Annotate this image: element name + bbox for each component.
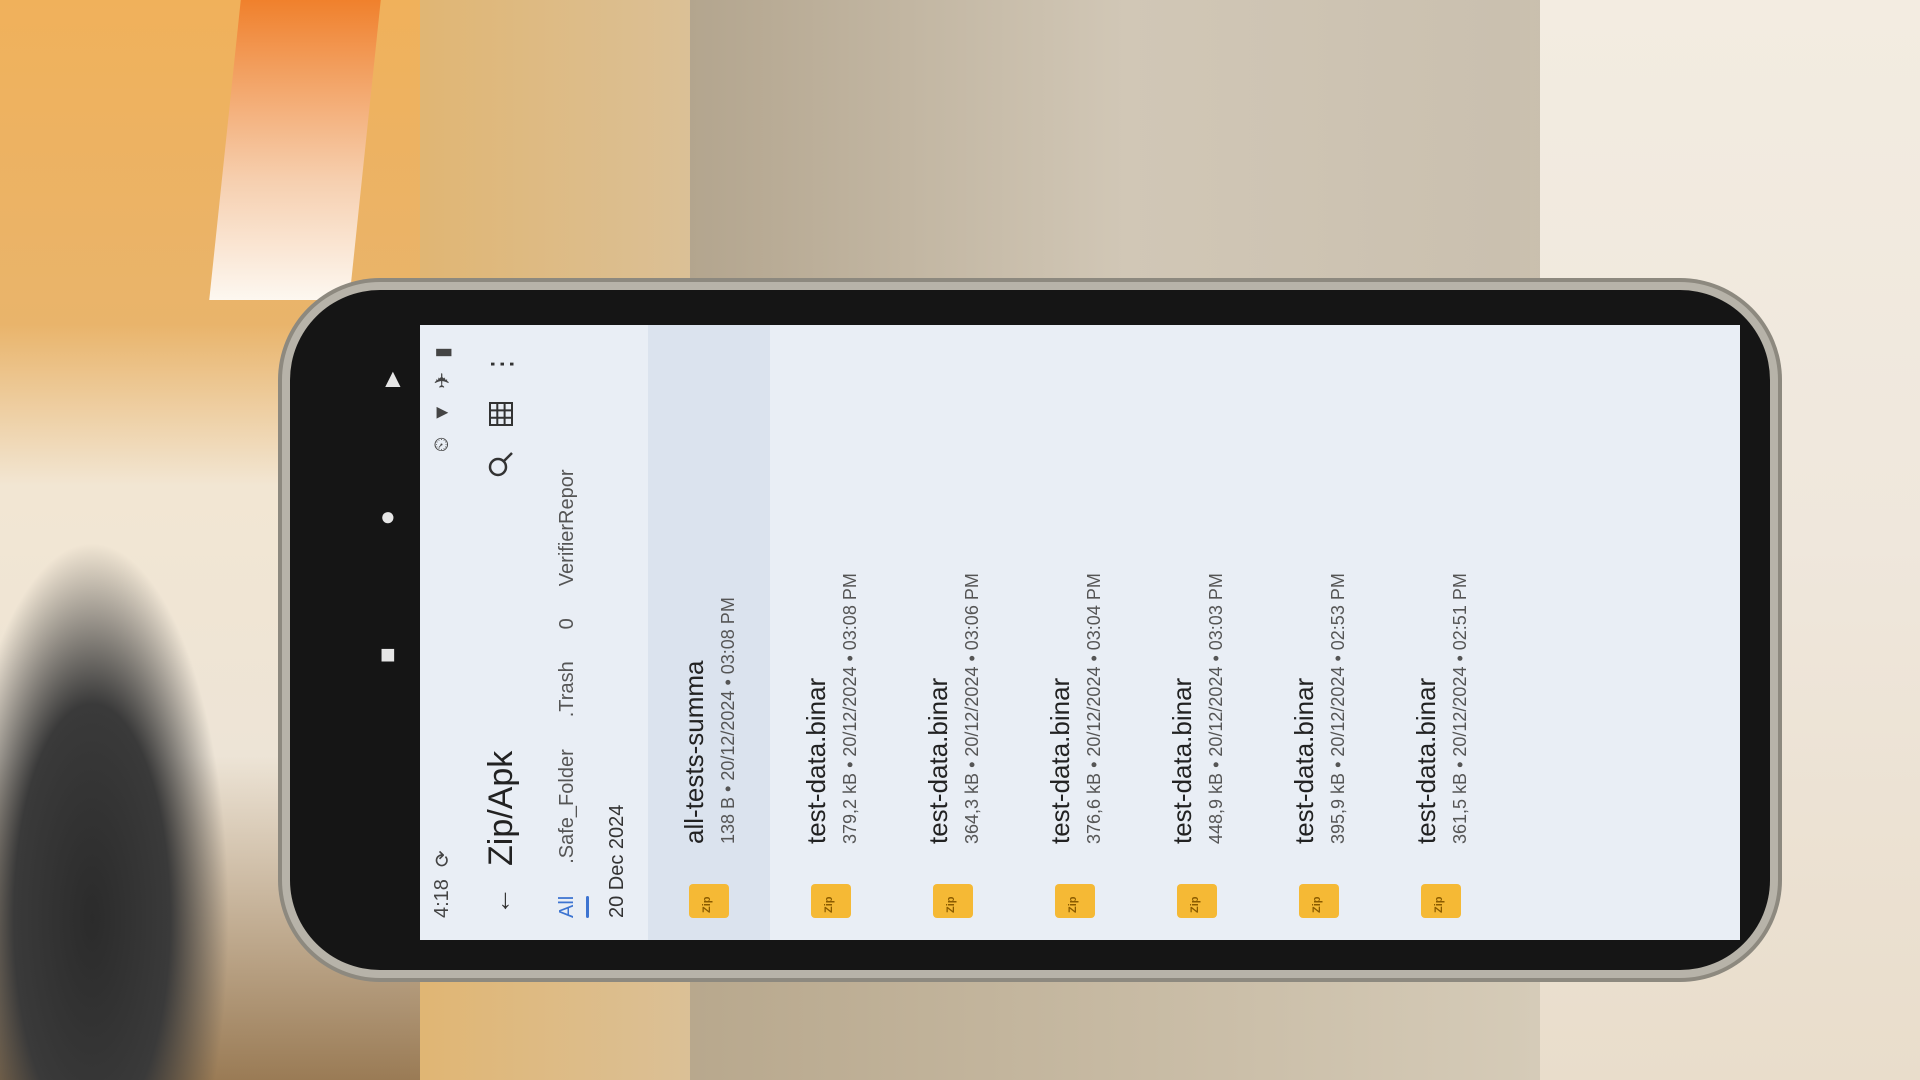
zip-file-icon [1421, 884, 1461, 918]
home-circle-icon[interactable]: ● [380, 503, 396, 529]
file-date: 20/12/2024 [1084, 666, 1104, 757]
status-bar: 4:18 ⟳ ⏲ ▼ ✈ ▮ [420, 325, 464, 940]
file-size: 448,9 kB [1206, 772, 1226, 844]
file-date: 20/12/2024 [1328, 666, 1348, 757]
file-name: test-data.binar [1289, 677, 1319, 844]
airplane-icon: ✈ [431, 372, 454, 389]
battery-icon: ▮ [431, 347, 454, 359]
file-name: test-data.binar [1045, 677, 1075, 844]
file-date: 20/12/2024 [962, 666, 982, 757]
file-date: 20/12/2024 [840, 666, 860, 757]
sync-icon: ⟳ [431, 850, 454, 868]
file-name: test-data.binar [1167, 677, 1197, 844]
file-size: 376,6 kB [1084, 772, 1104, 844]
tab-trash[interactable]: .Trash [556, 661, 579, 717]
arrow-left-icon[interactable]: ← [476, 876, 526, 926]
file-size: 395,9 kB [1328, 772, 1348, 844]
file-list: all-tests-summa 138 B • 20/12/2024 • 03:… [648, 325, 1502, 940]
background-shelf [690, 0, 1560, 306]
file-size: 364,3 kB [962, 772, 982, 844]
file-time: 03:08 PM [840, 573, 860, 651]
zip-file-icon [1299, 884, 1339, 918]
file-name: all-tests-summa [679, 660, 709, 844]
file-size: 379,2 kB [840, 772, 860, 844]
grid-view-icon[interactable] [476, 389, 526, 439]
file-time: 02:51 PM [1450, 573, 1470, 651]
zip-file-icon [933, 884, 973, 918]
list-item[interactable]: test-data.binar 376,6 kB • 20/12/2024 • … [1014, 325, 1136, 940]
zip-file-icon [1055, 884, 1095, 918]
file-time: 03:06 PM [962, 573, 982, 651]
file-date: 20/12/2024 [1450, 666, 1470, 757]
list-item[interactable]: test-data.binar 364,3 kB • 20/12/2024 • … [892, 325, 1014, 940]
wifi-icon: ▼ [430, 402, 453, 423]
app-screen: 4:18 ⟳ ⏲ ▼ ✈ ▮ ← Zip/Apk ⋮ All .Safe_Fol… [420, 325, 1740, 940]
search-icon[interactable] [476, 439, 526, 489]
list-item[interactable]: test-data.binar 379,2 kB • 20/12/2024 • … [770, 325, 892, 940]
page-title: Zip/Apk [481, 750, 520, 866]
more-vertical-icon[interactable]: ⋮ [476, 339, 526, 389]
date-group-header: 20 Dec 2024 [606, 804, 628, 918]
file-name: test-data.binar [801, 677, 831, 844]
list-item[interactable]: test-data.binar 361,5 kB • 20/12/2024 • … [1380, 325, 1502, 940]
list-item[interactable]: all-tests-summa 138 B • 20/12/2024 • 03:… [648, 325, 770, 940]
tab-verifier-report[interactable]: VerifierRepor [556, 469, 579, 586]
tab-all[interactable]: All [556, 896, 579, 918]
file-date: 20/12/2024 [718, 690, 738, 781]
background-shelf-bottom [690, 960, 1560, 1080]
background-cable [0, 540, 230, 1080]
alarm-icon: ⏲ [430, 436, 453, 453]
zip-file-icon [811, 884, 851, 918]
tab-0[interactable]: 0 [556, 618, 579, 629]
file-size: 361,5 kB [1450, 772, 1470, 844]
list-item[interactable]: test-data.binar 448,9 kB • 20/12/2024 • … [1136, 325, 1258, 940]
file-time: 03:08 PM [718, 597, 738, 675]
file-manager-app: 4:18 ⟳ ⏲ ▼ ✈ ▮ ← Zip/Apk ⋮ All .Safe_Fol… [420, 325, 1740, 940]
file-size: 138 B [718, 796, 738, 844]
zip-file-icon [689, 884, 729, 918]
status-time: 4:18 [430, 879, 453, 918]
file-name: test-data.binar [1411, 677, 1441, 844]
toolbar: ← Zip/Apk ⋮ [464, 325, 538, 940]
file-time: 03:03 PM [1206, 573, 1226, 651]
folder-tabs: All .Safe_Folder .Trash 0 VerifierRepor [538, 325, 596, 940]
recents-square-icon[interactable]: ■ [380, 641, 396, 667]
tab-safe-folder[interactable]: .Safe_Folder [556, 749, 579, 864]
file-time: 02:53 PM [1328, 573, 1348, 651]
file-time: 03:04 PM [1084, 573, 1104, 651]
back-triangle-icon[interactable]: ▲ [380, 365, 406, 391]
file-name: test-data.binar [923, 677, 953, 844]
list-item[interactable]: test-data.binar 395,9 kB • 20/12/2024 • … [1258, 325, 1380, 940]
file-date: 20/12/2024 [1206, 666, 1226, 757]
zip-file-icon [1177, 884, 1217, 918]
